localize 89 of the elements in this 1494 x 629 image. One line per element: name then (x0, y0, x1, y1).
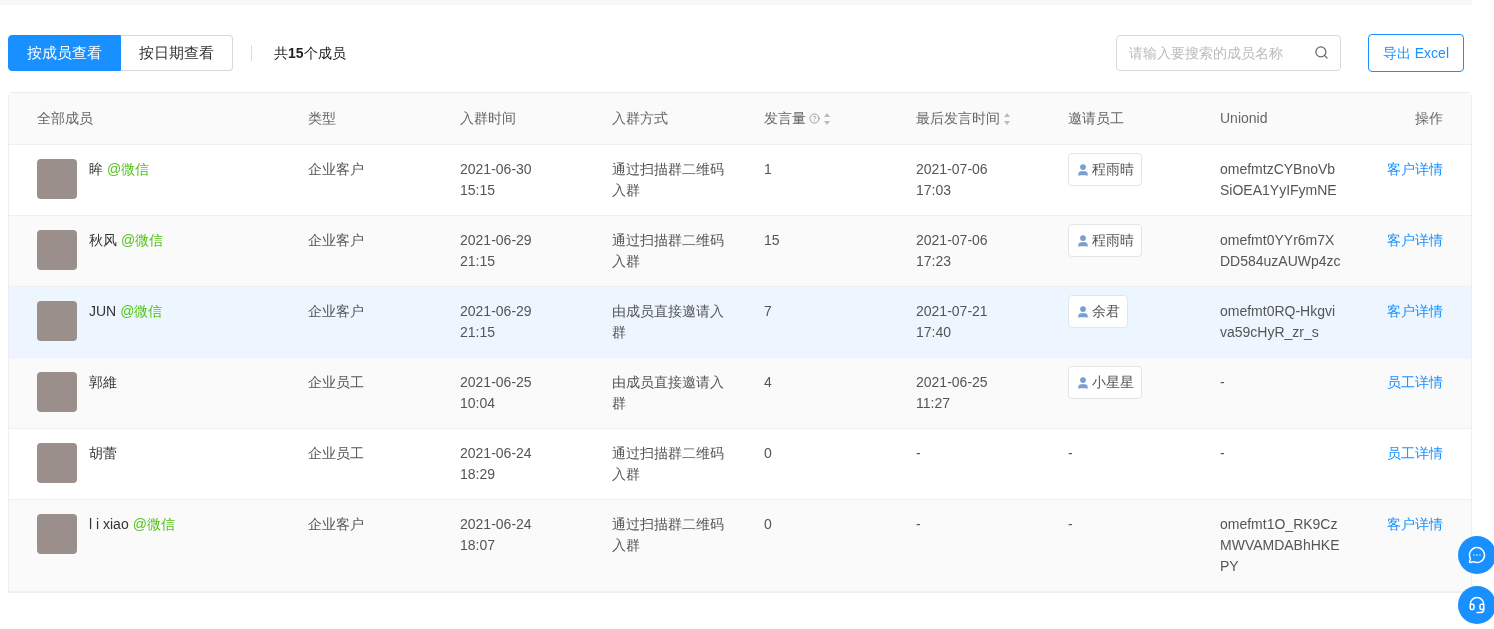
message-count: 0 (764, 515, 773, 534)
join-time: 2021-06-30 15:15 (460, 160, 533, 200)
member-type: 企业客户 (308, 302, 365, 321)
join-method: 通过扫描群二维码入群 (612, 515, 725, 555)
help-icon (809, 113, 820, 124)
member-name: 郭維 (89, 374, 117, 390)
member-type: 企业客户 (308, 515, 365, 534)
avatar-photo-placeholder (37, 443, 77, 483)
detail-link[interactable]: 员工详情 (1387, 443, 1443, 485)
last-message-time: 2021-07-06 17:03 (916, 160, 989, 200)
last-message-time: 2021-06-25 11:27 (916, 373, 989, 413)
support-button[interactable] (1458, 586, 1494, 624)
message-count: 7 (764, 302, 773, 321)
unionid: - (1220, 373, 1226, 392)
member-name: 秋风 (89, 232, 117, 248)
message-count: 1 (764, 160, 773, 179)
avatar-photo-placeholder (37, 230, 77, 270)
last-message-time: 2021-07-21 17:40 (916, 302, 989, 342)
last-message-time: - (916, 444, 922, 463)
join-time: 2021-06-29 21:15 (460, 231, 533, 271)
avatar-photo-placeholder (37, 301, 77, 341)
message-count: 15 (764, 231, 781, 250)
unionid: omefmt1O_RK9CzMWVAMDABhHKEPY (1220, 515, 1341, 576)
unionid: omefmt0YYr6m7XDD584uzAUWp4zc (1220, 231, 1342, 271)
member-type: 企业员工 (308, 373, 365, 392)
search-icon (1313, 45, 1329, 60)
member-name: l i xiao (89, 516, 129, 532)
detail-link[interactable]: 员工详情 (1387, 372, 1443, 414)
headset-icon (1468, 596, 1486, 614)
join-method: 由成员直接邀请入群 (612, 373, 725, 413)
column-header: 邀请员工 (1068, 109, 1124, 128)
join-method: 由成员直接邀请入群 (612, 302, 725, 342)
column-header: 入群方式 (612, 109, 668, 128)
member-type: 企业客户 (308, 231, 365, 250)
message-count: 4 (764, 373, 773, 392)
inviter-tag: 小星星 (1068, 366, 1142, 399)
inviter-tag: 余君 (1068, 295, 1128, 328)
inviter-empty: - (1068, 515, 1074, 534)
source-tag: @微信 (121, 232, 164, 248)
inviter-tag: 程雨晴 (1068, 224, 1142, 257)
avatar-photo-placeholder (37, 514, 77, 554)
user-icon (1076, 375, 1090, 390)
join-time: 2021-06-29 21:15 (460, 302, 533, 342)
export-button[interactable]: 导出 Excel (1367, 34, 1464, 72)
user-icon (1076, 233, 1090, 248)
member-name: JUN (89, 303, 117, 319)
avatar-photo-placeholder (37, 372, 77, 412)
column-header: 全部成员 (37, 109, 93, 128)
inviter-tag: 程雨晴 (1068, 153, 1142, 186)
detail-link[interactable]: 客户详情 (1387, 514, 1443, 577)
unionid: omefmtzCYBnoVbSiOEA1YyIFymNE (1220, 160, 1338, 200)
member-name: 胡蕾 (89, 445, 117, 461)
user-icon (1076, 162, 1090, 177)
search-field[interactable]: 请输入要搜索的成员名称 (1115, 35, 1341, 71)
source-tag: @微信 (120, 303, 163, 319)
last-message-time: 2021-07-06 17:23 (916, 231, 989, 271)
avatar-photo-placeholder (37, 159, 77, 199)
column-header: 类型 (308, 109, 336, 128)
detail-link[interactable]: 客户详情 (1387, 230, 1443, 272)
unionid: omefmt0RQ-Hkgviva59cHyR_zr_s (1220, 302, 1337, 342)
join-time: 2021-06-24 18:29 (460, 444, 533, 484)
join-method: 通过扫描群二维码入群 (612, 160, 725, 200)
message-count: 0 (764, 444, 773, 463)
source-tag: @微信 (107, 161, 150, 177)
column-header: 发言量 (764, 108, 831, 129)
column-header: 入群时间 (460, 109, 516, 128)
sort-icon[interactable] (823, 111, 831, 126)
chat-bubble-icon (1468, 546, 1486, 564)
join-method: 通过扫描群二维码入群 (612, 231, 725, 271)
column-header: 最后发言时间 (916, 108, 1011, 129)
join-time: 2021-06-25 10:04 (460, 373, 533, 413)
source-tag: @微信 (132, 516, 175, 532)
user-icon (1076, 304, 1090, 319)
detail-link[interactable]: 客户详情 (1387, 159, 1443, 201)
sort-icon[interactable] (1003, 111, 1011, 126)
column-header: 操作 (1415, 109, 1443, 128)
member-type: 企业员工 (308, 444, 365, 463)
member-name: 眸 (89, 161, 103, 177)
detail-link[interactable]: 客户详情 (1387, 301, 1443, 343)
view-tab[interactable]: 按成员查看 (8, 35, 121, 71)
member-count: 共15个成员 (274, 43, 346, 63)
join-method: 通过扫描群二维码入群 (612, 444, 725, 484)
join-time: 2021-06-24 18:07 (460, 515, 533, 555)
member-type: 企业客户 (308, 160, 365, 179)
unionid: - (1220, 444, 1226, 463)
inviter-empty: - (1068, 444, 1074, 463)
column-header: Unionid (1220, 109, 1268, 128)
last-message-time: - (916, 515, 922, 534)
view-tab[interactable]: 按日期查看 (121, 35, 233, 71)
